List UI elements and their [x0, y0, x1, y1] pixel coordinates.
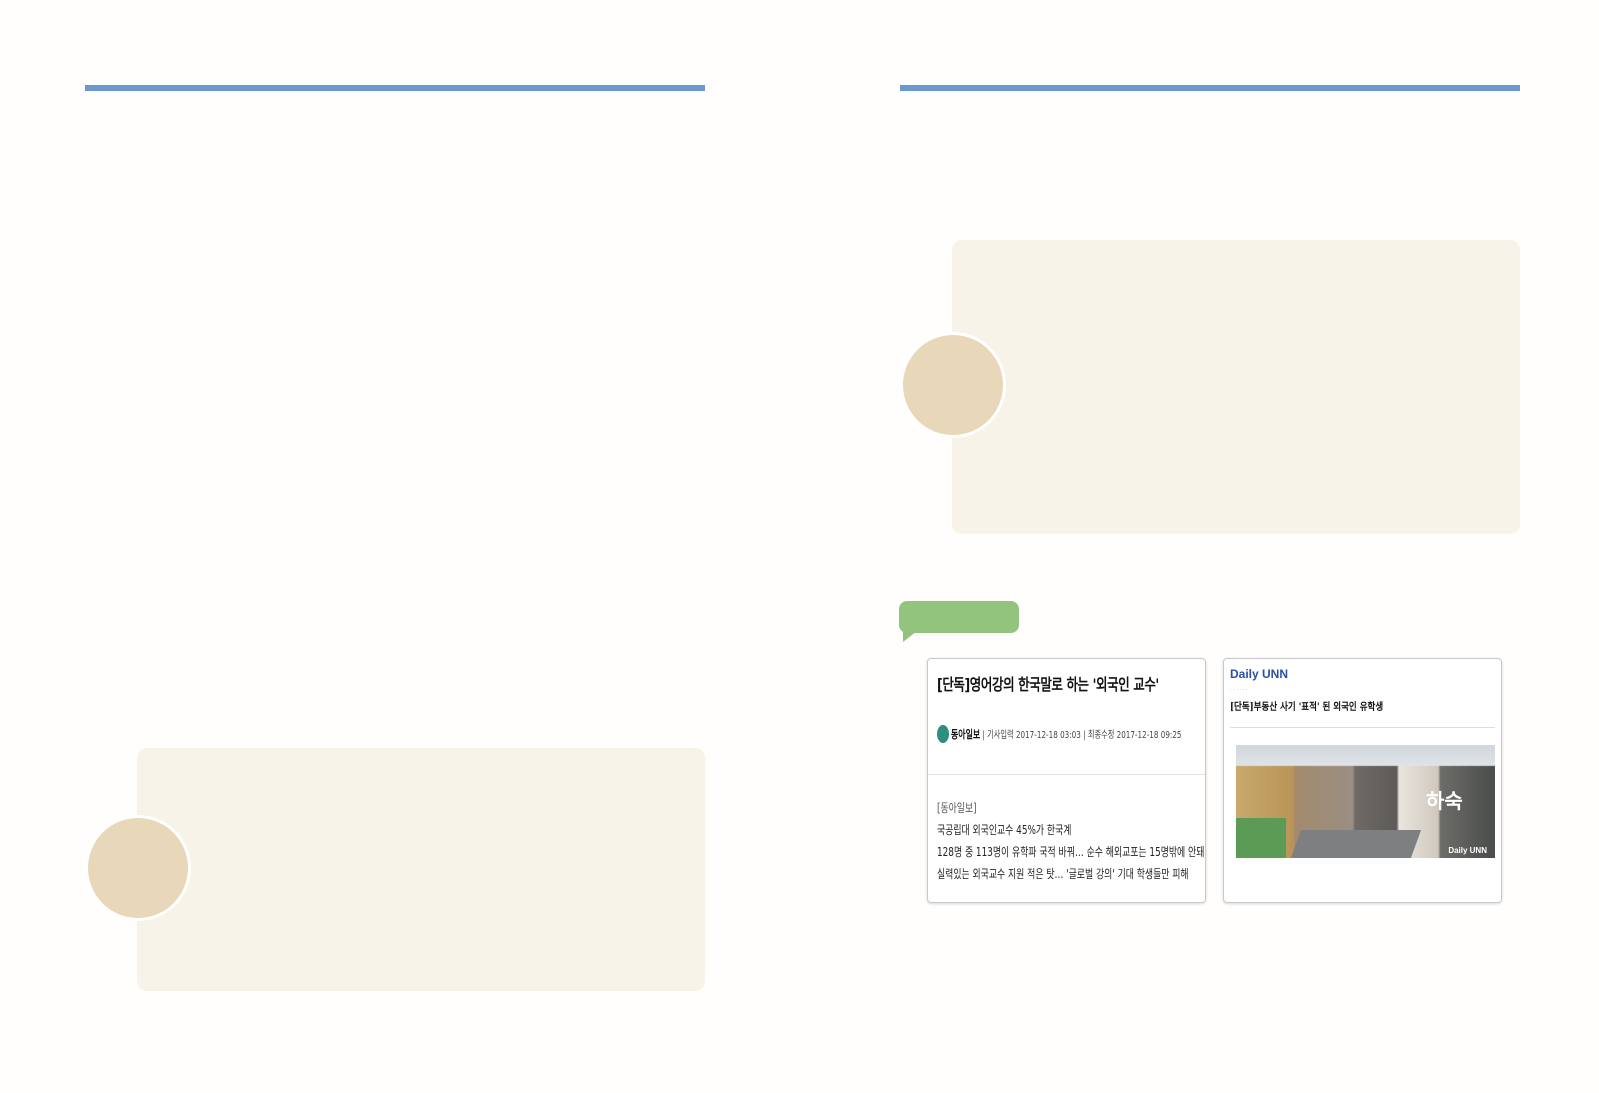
clip-divider — [928, 774, 1205, 775]
clip-body: [동아일보] 국공립대 외국인교수 45%가 한국계 128명 중 113명이 … — [937, 797, 1204, 885]
photo-green-wall — [1236, 818, 1286, 858]
left-note-circle-marker — [88, 818, 188, 918]
left-note-box — [137, 748, 705, 991]
photo-sign: 하숙 — [1426, 789, 1463, 813]
clip-dates: | 기사입력 2017-12-18 03:03 | 최종수정 2017-12-1… — [982, 730, 1182, 741]
clip-photo: 하숙 Daily UNN — [1236, 745, 1495, 858]
donga-logo-icon — [937, 725, 949, 743]
left-page-header-rule — [85, 85, 705, 91]
right-note-box — [952, 240, 1520, 534]
unn-brand-logo: Daily UNN — [1230, 667, 1289, 681]
clip-source: [동아일보] — [937, 801, 977, 815]
clip-line: 국공립대 외국인교수 45%가 한국계 — [937, 823, 1072, 837]
photo-road — [1290, 830, 1422, 858]
news-clipping-unn: Daily UNN · · · · · · [단독]부동산 사기 '표적' 된 … — [1223, 658, 1502, 903]
photo-watermark: Daily UNN — [1448, 846, 1487, 855]
clip-headline: [단독]부동산 사기 '표적' 된 외국인 유학생 — [1230, 702, 1384, 713]
clip-headline: [단독]영어강의 한국말로 하는 '외국인 교수' — [937, 675, 1159, 694]
clip-meta-line — [1230, 721, 1495, 728]
right-note-circle-marker — [903, 335, 1003, 435]
clip-line: 128명 중 113명이 유학파 국적 바꿔… 순수 해외교포는 15명밖에 안… — [937, 845, 1205, 859]
example-tag-label — [899, 601, 1019, 633]
clip-line: 실력있는 외국교수 지원 적은 탓… '글로벌 강의' 기대 학생들만 피해 — [937, 867, 1189, 881]
clip-byline: 동아일보 | 기사입력 2017-12-18 03:03 | 최종수정 2017… — [951, 726, 1182, 742]
document-spread: [단독]영어강의 한국말로 하는 '외국인 교수' 동아일보 | 기사입력 20… — [0, 0, 1599, 1093]
clip-publisher: 동아일보 — [951, 728, 981, 741]
example-tag-tail — [903, 631, 917, 642]
right-page-header-rule — [900, 85, 1520, 91]
clip-breadcrumb: · · · · · · — [1230, 687, 1248, 693]
news-clipping-donga: [단독]영어강의 한국말로 하는 '외국인 교수' 동아일보 | 기사입력 20… — [927, 658, 1206, 903]
